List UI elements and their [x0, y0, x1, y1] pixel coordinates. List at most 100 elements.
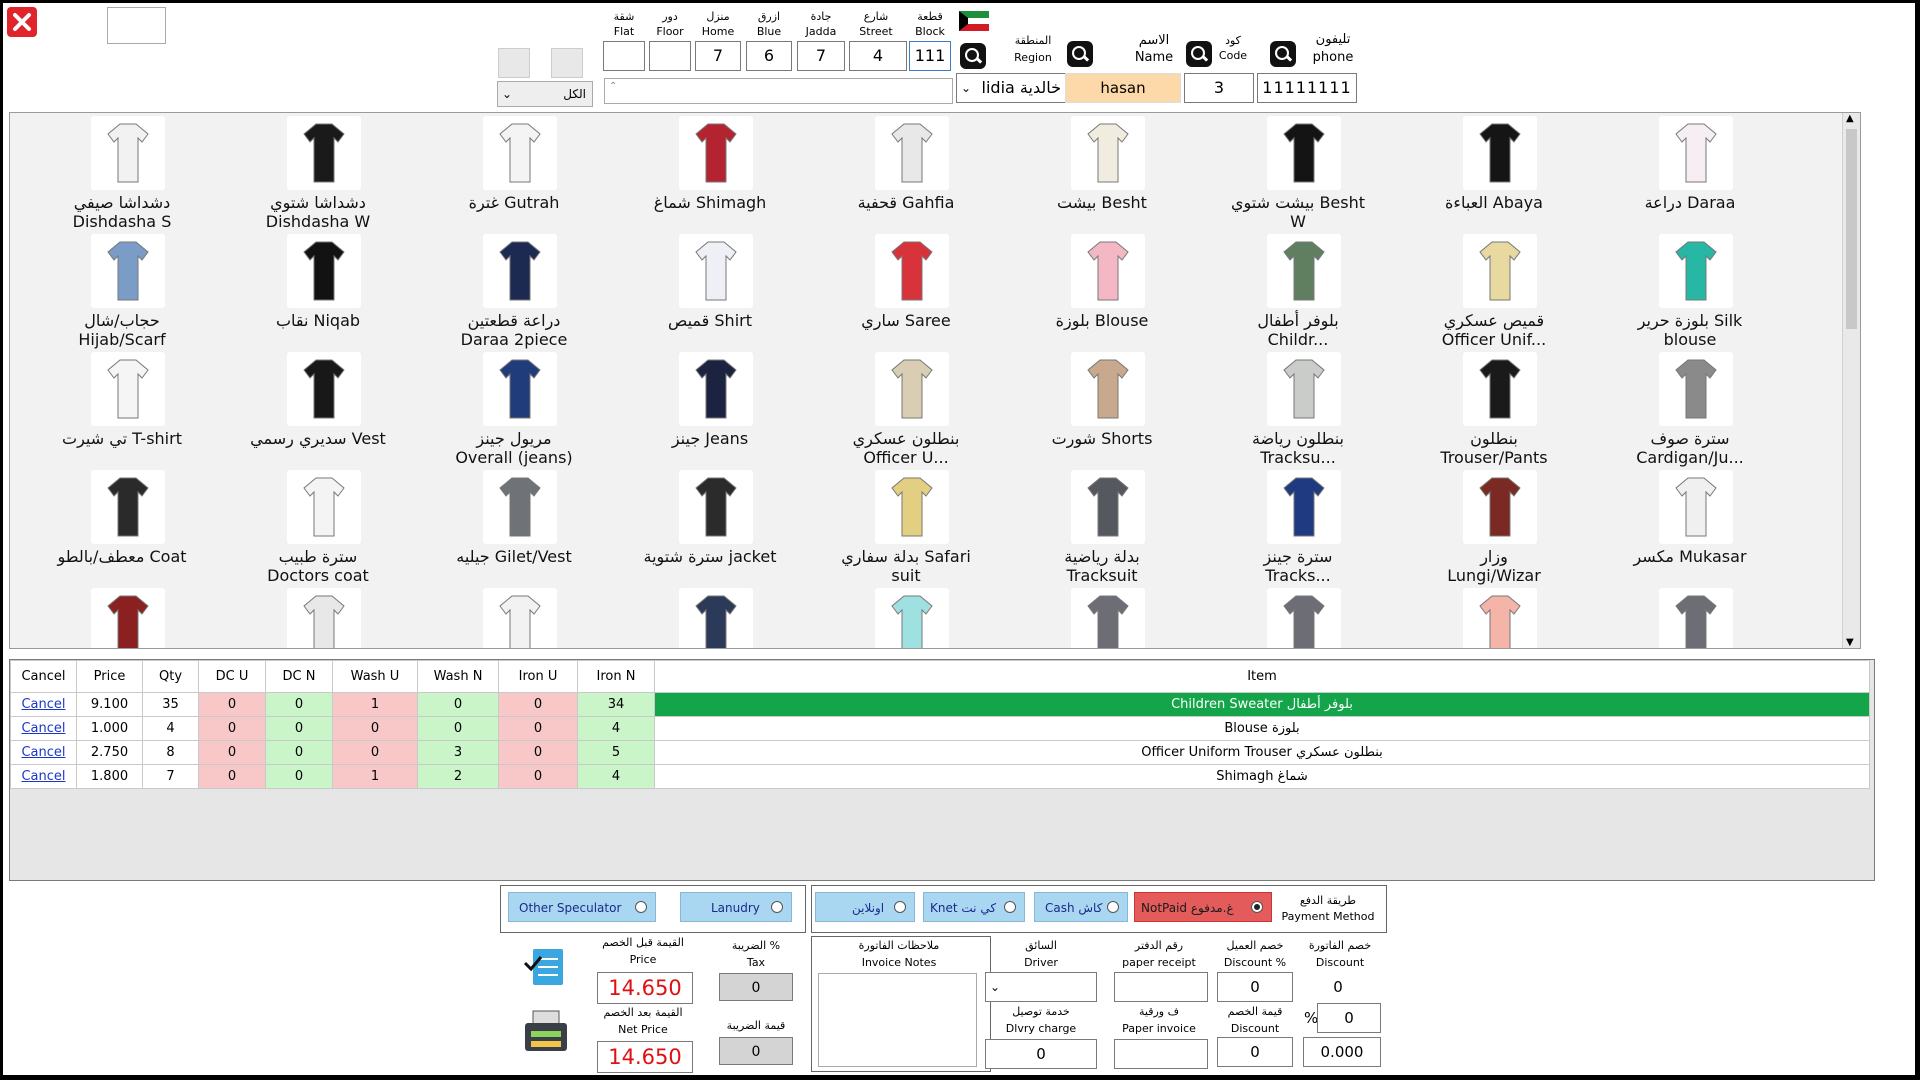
grid-scrollbar[interactable]: ▲ ▼ — [1842, 113, 1860, 648]
table-row[interactable]: Cancel 1.000 4 0 0 0 0 0 4 Blouse بلوزة — [10, 716, 1870, 741]
payment-notpaid-option[interactable]: NotPaid غ.مدفوع — [1134, 892, 1272, 922]
region-select[interactable]: ⌄ lidia خالدية — [956, 73, 1066, 103]
payment-notpaid-radio[interactable] — [1251, 901, 1263, 913]
garment-item[interactable]: قحفية Gahfia — [808, 113, 1004, 231]
payment-knet-option[interactable]: Knet كي نت — [923, 892, 1025, 922]
laundry-option[interactable]: Lanudry — [680, 892, 792, 922]
table-row[interactable]: Cancel 1.800 7 0 0 1 2 0 4 Shimagh شماغ — [10, 764, 1870, 789]
paper-receipt-input[interactable] — [1114, 972, 1208, 1002]
delivery-charge-input[interactable]: 0 — [985, 1039, 1097, 1069]
blue-input[interactable]: 6 — [746, 41, 792, 71]
garment-item[interactable]: دشداشا صيفي Dishdasha S — [24, 113, 220, 231]
laundry-radio[interactable] — [771, 901, 783, 913]
region-search-button[interactable] — [1067, 41, 1093, 67]
other-speculator-radio[interactable] — [635, 901, 647, 913]
table-row[interactable]: Cancel 9.100 35 0 0 1 0 0 34 Children Sweater بلو… — [10, 692, 1870, 717]
tax-percent-input[interactable]: 0 — [719, 973, 793, 1001]
garment-item[interactable]: قميص Shirt — [612, 231, 808, 349]
garment-item[interactable]: شورت Shorts — [1004, 349, 1200, 467]
garment-item[interactable]: سترة شتوية jacket — [612, 467, 808, 585]
garment-item[interactable]: دشداشا شتوي Dishdasha W — [220, 113, 416, 231]
garment-item[interactable]: ساري Saree — [808, 231, 1004, 349]
payment-cash-option[interactable]: Cash كاش — [1034, 892, 1128, 922]
garment-item[interactable]: دراعة قطعتين Daraa 2piece — [416, 231, 612, 349]
printer-icon[interactable] — [521, 1009, 571, 1059]
garment-item[interactable]: معطف/بالطو Coat — [24, 467, 220, 585]
cell-cancel[interactable]: Cancel — [10, 740, 77, 765]
grid-view-button-2[interactable] — [551, 48, 583, 78]
scroll-down-icon[interactable]: ▼ — [1846, 637, 1854, 648]
code-search-button[interactable] — [1270, 41, 1296, 67]
garment-item[interactable]: بيشت Besht — [1004, 113, 1200, 231]
close-button[interactable] — [7, 7, 37, 37]
invoice-discount-amount-input[interactable]: 0.000 — [1303, 1037, 1381, 1067]
driver-select[interactable]: ⌄ — [985, 972, 1097, 1002]
flat-input[interactable] — [603, 41, 645, 71]
name-search-button[interactable] — [1186, 41, 1212, 67]
garment-item[interactable] — [1004, 585, 1200, 648]
cancel-row-link[interactable]: Cancel — [21, 769, 65, 784]
garment-item[interactable]: سترة طبيب Doctors coat — [220, 467, 416, 585]
phone-input[interactable]: 11111111 — [1257, 73, 1357, 103]
cancel-row-link[interactable]: Cancel — [21, 697, 65, 712]
garment-item[interactable]: بلوزة Blouse — [1004, 231, 1200, 349]
cell-cancel[interactable]: Cancel — [10, 716, 77, 741]
invoice-discount-percent-input[interactable]: 0 — [1317, 1003, 1381, 1033]
payment-online-radio[interactable] — [894, 901, 906, 913]
garment-item[interactable] — [808, 585, 1004, 648]
garment-item[interactable]: غترة Gutrah — [416, 113, 612, 231]
floor-input[interactable] — [649, 41, 691, 71]
cancel-row-link[interactable]: Cancel — [21, 721, 65, 736]
name-input[interactable]: hasan — [1065, 73, 1181, 103]
cell-cancel[interactable]: Cancel — [10, 764, 77, 789]
grid-view-button-1[interactable] — [498, 48, 530, 78]
garment-item[interactable] — [24, 585, 220, 648]
garment-item[interactable] — [1592, 585, 1788, 648]
street-input[interactable]: 4 — [849, 41, 907, 71]
address-combined-field[interactable]: ⌃ — [604, 78, 953, 104]
garment-item[interactable]: سترة جينز Tracks... — [1200, 467, 1396, 585]
payment-cash-radio[interactable] — [1107, 901, 1119, 913]
garment-item[interactable]: وزار Lungi/Wizar — [1396, 467, 1592, 585]
garment-item[interactable]: بلوزة حرير Silk blouse — [1592, 231, 1788, 349]
invoice-notes-textarea[interactable] — [818, 973, 977, 1067]
category-filter-select[interactable]: ⌄ الكل — [497, 81, 593, 107]
garment-item[interactable]: مكسر Mukasar — [1592, 467, 1788, 585]
garment-item[interactable] — [416, 585, 612, 648]
customer-discount-input[interactable]: 0 — [1217, 972, 1293, 1002]
garment-item[interactable]: بنطلون Trouser/Pants — [1396, 349, 1592, 467]
garment-item[interactable]: تي شيرت T-shirt — [24, 349, 220, 467]
garment-item[interactable]: نقاب Niqab — [220, 231, 416, 349]
paper-invoice-input[interactable] — [1114, 1039, 1208, 1069]
garment-item[interactable]: قميص عسكري Officer Unif... — [1396, 231, 1592, 349]
garment-item[interactable]: بدلة رياضية Tracksuit — [1004, 467, 1200, 585]
garment-item[interactable] — [612, 585, 808, 648]
other-speculator-option[interactable]: Other Speculator — [508, 892, 656, 922]
garment-item[interactable]: حجاب/شال Hijab/Scarf — [24, 231, 220, 349]
home-input[interactable]: 7 — [695, 41, 741, 71]
garment-item[interactable]: بيشت شتوي Besht W — [1200, 113, 1396, 231]
garment-item[interactable]: بدلة سفاري Safari suit — [808, 467, 1004, 585]
garment-item[interactable]: جيليه Gilet/Vest — [416, 467, 612, 585]
garment-item[interactable]: بلوفر أطفال Childr... — [1200, 231, 1396, 349]
garment-item[interactable]: العباءة Abaya — [1396, 113, 1592, 231]
garment-item[interactable]: سترة صوف Cardigan/Ju... — [1592, 349, 1788, 467]
garment-item[interactable]: شماغ Shimagh — [612, 113, 808, 231]
garment-item[interactable]: مريول جينز Overall (jeans) — [416, 349, 612, 467]
scroll-thumb[interactable] — [1846, 129, 1857, 329]
block-input[interactable]: 111 — [909, 41, 951, 71]
cell-cancel[interactable]: Cancel — [10, 692, 77, 717]
garment-item[interactable] — [1396, 585, 1592, 648]
garment-item[interactable]: بنطلون رياضة Tracksu... — [1200, 349, 1396, 467]
payment-online-option[interactable]: اونلاين — [815, 892, 915, 922]
cancel-row-link[interactable]: Cancel — [21, 745, 65, 760]
address-search-button[interactable] — [960, 43, 986, 69]
garment-item[interactable] — [220, 585, 416, 648]
garment-item[interactable]: سديري رسمي Vest — [220, 349, 416, 467]
code-input[interactable]: 3 — [1184, 73, 1254, 103]
scroll-up-icon[interactable]: ▲ — [1846, 113, 1854, 124]
table-row[interactable]: Cancel 2.750 8 0 0 0 3 0 5 Officer Uniform Trouse… — [10, 740, 1870, 765]
garment-item[interactable]: دراعة Daraa — [1592, 113, 1788, 231]
jadda-input[interactable]: 7 — [797, 41, 845, 71]
garment-item[interactable]: جينز Jeans — [612, 349, 808, 467]
